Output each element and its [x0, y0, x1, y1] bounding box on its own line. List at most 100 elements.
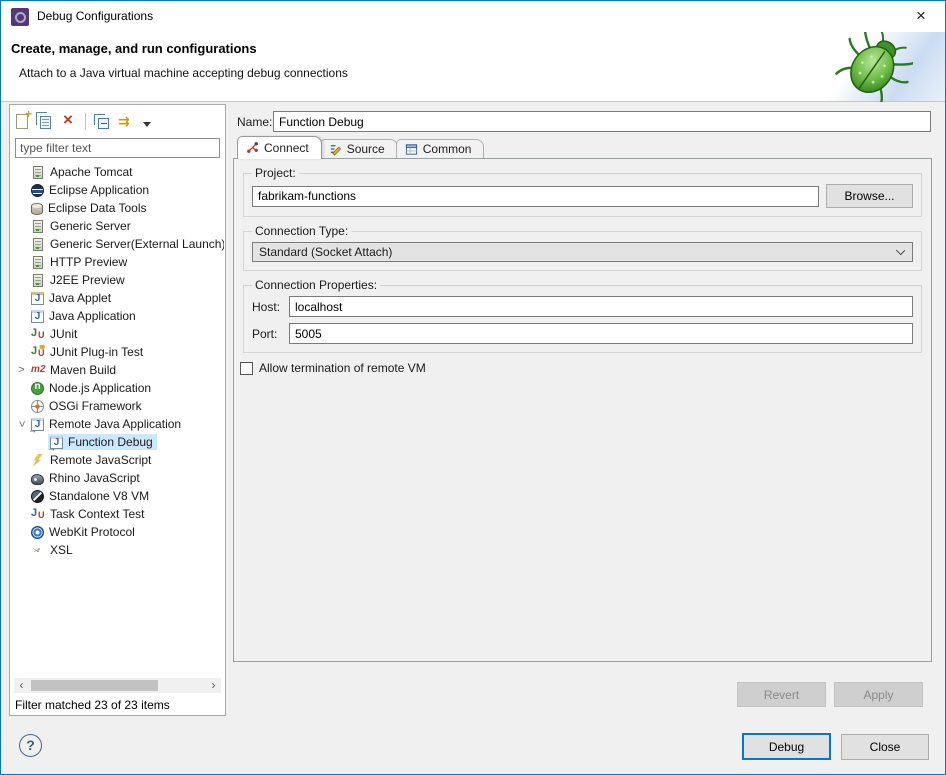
tree-horizontal-scrollbar[interactable]: ‹ ›: [14, 678, 221, 693]
tree-item[interactable]: Java Applet: [11, 289, 224, 307]
new-launch-configuration-icon[interactable]: [16, 114, 28, 129]
window-close-icon[interactable]: ×: [909, 4, 933, 28]
tree-item[interactable]: Node.js Application: [11, 379, 224, 397]
common-tab-icon: [405, 143, 418, 156]
scrollbar-thumb[interactable]: [31, 680, 158, 691]
delete-selected-configurations-icon[interactable]: ×: [60, 113, 76, 129]
configuration-editor: Name: Connect Source: [233, 104, 939, 714]
tree-item[interactable]: > Remote Java Application: [11, 415, 224, 433]
browse-button[interactable]: Browse...: [826, 184, 913, 208]
eclipse-icon: [31, 184, 44, 197]
tree-item-label: Eclipse Data Tools: [48, 201, 147, 215]
database-icon: [31, 203, 43, 215]
tree-item[interactable]: J2EE Preview: [11, 271, 224, 289]
maven-icon: [31, 363, 45, 377]
tree-item-label: HTTP Preview: [50, 255, 127, 269]
tree-item[interactable]: Task Context Test: [11, 505, 224, 523]
tree-item-label: Generic Server(External Launch): [50, 237, 224, 251]
connection-type-select[interactable]: Standard (Socket Attach): [252, 242, 913, 262]
configurations-panel: × ⇉ Apache Tomcat Eclipse Application Ec…: [9, 104, 226, 716]
tab-source[interactable]: Source: [320, 139, 398, 159]
tab-common[interactable]: Common: [396, 139, 485, 159]
debug-button[interactable]: Debug: [742, 733, 831, 760]
port-input[interactable]: [289, 323, 913, 344]
tree-expander-icon[interactable]: >: [16, 417, 28, 432]
filter-launch-configurations-icon[interactable]: ⇉: [118, 113, 134, 129]
dialog-button-bar: ? Debug Close: [1, 719, 945, 774]
tree-item[interactable]: JUnit Plug-in Test: [11, 343, 224, 361]
tree-item[interactable]: OSGi Framework: [11, 397, 224, 415]
connection-properties-group: Connection Properties: Host: Port:: [243, 278, 922, 353]
tree-item[interactable]: > Maven Build: [11, 361, 224, 379]
webkit-icon: [31, 526, 44, 539]
tree-item-label: Node.js Application: [49, 381, 151, 395]
tree-item[interactable]: WebKit Protocol: [11, 523, 224, 541]
tree-item[interactable]: JUnit: [11, 325, 224, 343]
applet-icon: [31, 292, 44, 305]
close-button[interactable]: Close: [841, 734, 929, 760]
connection-properties-group-label: Connection Properties:: [252, 278, 380, 292]
tree-item-label: Function Debug: [68, 435, 153, 449]
editor-tabs: Connect Source Common: [237, 137, 484, 159]
collapse-all-icon[interactable]: [98, 118, 109, 129]
taskjunit-icon: [31, 507, 45, 521]
more-options-chevron-icon[interactable]: [143, 122, 151, 127]
server-icon: [33, 274, 43, 287]
tab-connect-label: Connect: [264, 141, 309, 155]
scrollbar-track[interactable]: [29, 678, 206, 693]
tree-item[interactable]: Generic Server: [11, 217, 224, 235]
banner-subtitle: Attach to a Java virtual machine accepti…: [19, 66, 348, 80]
tree-item[interactable]: Eclipse Application: [11, 181, 224, 199]
tree-item[interactable]: Rhino JavaScript: [11, 469, 224, 487]
duplicate-launch-configuration-icon[interactable]: [40, 116, 51, 129]
name-label: Name:: [237, 115, 272, 129]
tree-item[interactable]: Eclipse Data Tools: [11, 199, 224, 217]
tree-item[interactable]: Remote JavaScript: [11, 451, 224, 469]
config-tree: Apache Tomcat Eclipse Application Eclips…: [11, 163, 224, 668]
debug-configurations-app-icon: [11, 8, 29, 26]
tree-item[interactable]: Java Application: [11, 307, 224, 325]
tree-item-label: JUnit Plug-in Test: [50, 345, 143, 359]
tree-expander-icon[interactable]: >: [14, 364, 29, 376]
tab-source-label: Source: [347, 142, 385, 156]
server-icon: [33, 238, 43, 251]
connect-tab-icon: [246, 141, 259, 154]
tree-item-label: Maven Build: [50, 363, 116, 377]
allow-termination-checkbox[interactable]: [240, 362, 253, 375]
filter-input[interactable]: [15, 138, 220, 158]
tree-item-label: Eclipse Application: [49, 183, 149, 197]
allow-termination-label: Allow termination of remote VM: [259, 361, 426, 375]
tree-item[interactable]: Function Debug: [11, 433, 224, 451]
tree-item-label: OSGi Framework: [49, 399, 142, 413]
title-bar: Debug Configurations ×: [1, 1, 945, 32]
help-button[interactable]: ?: [19, 734, 42, 757]
tab-connect[interactable]: Connect: [237, 136, 322, 159]
tree-item[interactable]: Generic Server(External Launch): [11, 235, 224, 253]
banner-title: Create, manage, and run configurations: [11, 41, 257, 56]
project-group-label: Project:: [252, 166, 299, 180]
configurations-toolbar: × ⇉: [16, 110, 151, 132]
server-icon: [33, 220, 43, 233]
allow-termination-row: Allow termination of remote VM: [240, 361, 931, 375]
tree-item[interactable]: Standalone V8 VM: [11, 487, 224, 505]
tree-item[interactable]: XSL: [11, 541, 224, 559]
tree-item[interactable]: HTTP Preview: [11, 253, 224, 271]
connection-type-group: Connection Type: Standard (Socket Attach…: [243, 224, 922, 271]
project-input[interactable]: [252, 186, 819, 207]
remotejava-icon: [31, 418, 44, 431]
tree-item-label: WebKit Protocol: [49, 525, 135, 539]
toolbar-separator: [85, 113, 86, 130]
revert-button[interactable]: Revert: [737, 682, 826, 707]
tree-item-label: Java Applet: [49, 291, 111, 305]
tree-item-label: J2EE Preview: [50, 273, 125, 287]
apply-button[interactable]: Apply: [834, 682, 923, 707]
scroll-left-icon[interactable]: ‹: [14, 678, 29, 693]
name-input[interactable]: [273, 111, 931, 132]
host-input[interactable]: [289, 296, 913, 317]
tree-item-label: Remote JavaScript: [50, 453, 151, 467]
project-group: Project: Browse...: [243, 166, 922, 217]
tree-item[interactable]: Apache Tomcat: [11, 163, 224, 181]
tree-item-label: Rhino JavaScript: [49, 471, 140, 485]
tree-item-label: JUnit: [50, 327, 77, 341]
scroll-right-icon[interactable]: ›: [206, 678, 221, 693]
